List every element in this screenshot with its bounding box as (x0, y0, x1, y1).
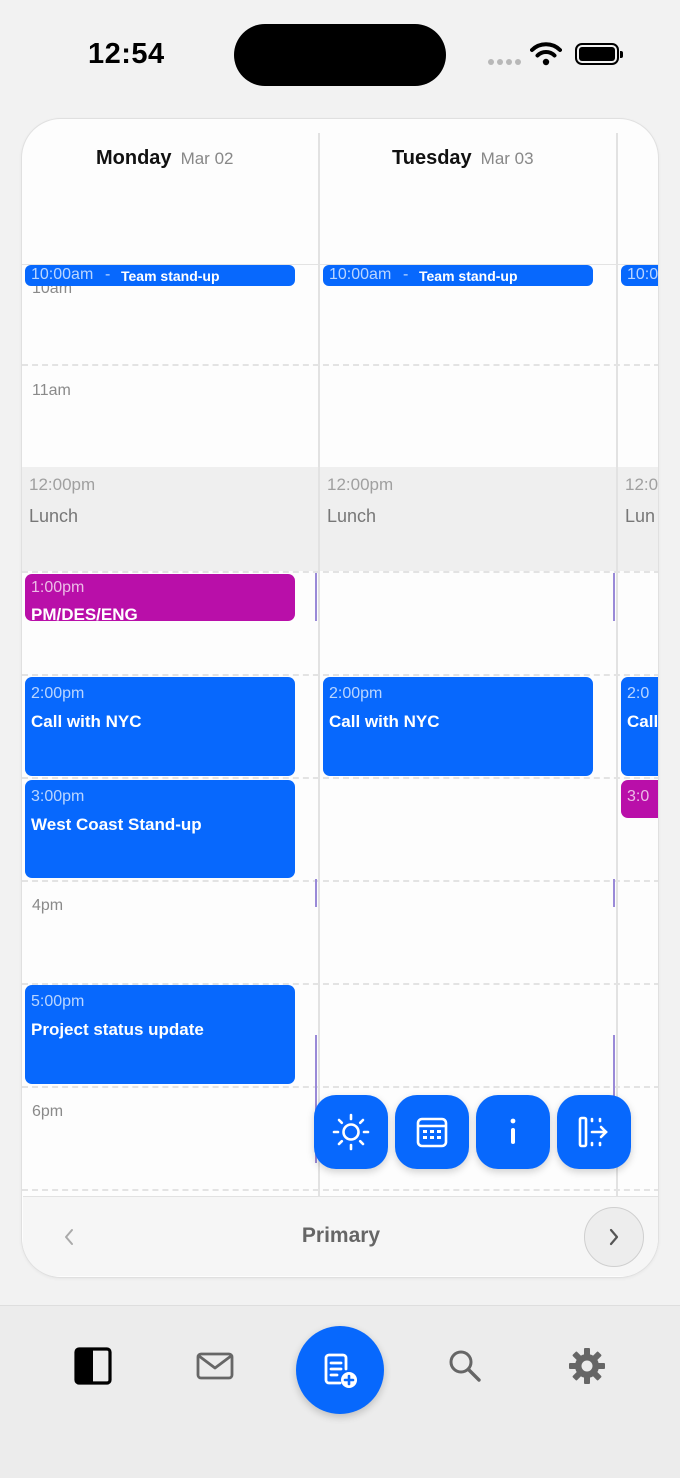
event-title: Call (627, 712, 659, 731)
event-time: 2:00pm (329, 685, 383, 702)
event-time: 5:00pm (31, 993, 85, 1010)
calendar-icon (416, 1117, 448, 1148)
compose-icon (324, 1353, 357, 1388)
event-time: 2:00pm (31, 685, 85, 702)
event-title: Team stand-up (419, 268, 518, 284)
lunch-title: Lun (625, 506, 656, 526)
status-bar: 12:54 (0, 0, 680, 110)
event-title: Team stand-up (121, 268, 220, 284)
lunch-time: 12:00pm (29, 475, 96, 494)
lunch-block[interactable]: 12:00pm Lunch (22, 467, 318, 571)
tab-mail[interactable] (190, 1344, 240, 1388)
hour-label-11am: 11am (32, 382, 71, 399)
time-marker (315, 879, 317, 907)
lunch-time: 12:00pm (327, 475, 394, 494)
event-time: 10:00am (329, 266, 392, 283)
exit-panel-button[interactable] (557, 1095, 631, 1169)
column-divider (318, 133, 320, 1197)
event-separator: - (403, 266, 409, 283)
hour-line (22, 1086, 658, 1088)
event-partial[interactable]: 3:0 (621, 780, 658, 818)
hour-label-6pm: 6pm (32, 1103, 64, 1120)
event-time: 1:00pm (31, 579, 85, 596)
next-page-button[interactable] (584, 1207, 644, 1267)
event-time: 2:0 (627, 685, 650, 702)
sun-icon (332, 1113, 370, 1151)
event-separator: - (105, 266, 111, 283)
cellular-signal-icon (488, 59, 521, 65)
calendar-pager: Primary (23, 1196, 658, 1276)
event-team-standup[interactable]: 10:00am - Team stand-up (323, 265, 593, 286)
chevron-right-icon (609, 1228, 619, 1246)
event-time: 3:00pm (31, 788, 85, 805)
event-title: Call with NYC (31, 712, 142, 731)
event-call-with-nyc[interactable]: 2:0 Call (621, 677, 659, 776)
event-call-with-nyc[interactable]: 2:00pm Call with NYC (323, 677, 593, 776)
calendar-card: Monday Mar 02 Tuesday Mar 03 10am 11am 4… (21, 118, 659, 1278)
hour-label-4pm: 4pm (32, 897, 64, 914)
battery-icon (575, 43, 623, 65)
tab-settings[interactable] (562, 1344, 612, 1388)
day-name: Monday (96, 147, 172, 169)
tab-search[interactable] (440, 1344, 490, 1388)
event-project-status-update[interactable]: 5:00pm Project status update (25, 985, 295, 1084)
sun-button[interactable] (314, 1095, 388, 1169)
settings-icon (569, 1348, 605, 1384)
calendar-name-label: Primary (301, 1224, 381, 1247)
event-title: West Coast Stand-up (31, 815, 202, 834)
event-team-standup[interactable]: 10:0 (621, 265, 659, 286)
wifi-icon (530, 42, 562, 66)
lunch-title: Lunch (29, 506, 79, 526)
sidebar-panel-icon (74, 1347, 112, 1385)
lunch-title: Lunch (327, 506, 377, 526)
hour-line (22, 674, 658, 676)
status-time: 12:54 (88, 38, 165, 70)
dynamic-island (234, 24, 446, 86)
time-marker (613, 1035, 615, 1097)
time-marker (613, 879, 615, 907)
event-title: Call with NYC (329, 712, 440, 731)
hour-line (22, 571, 658, 573)
hour-line (22, 880, 658, 882)
time-marker (315, 573, 317, 621)
day-name: Tuesday (392, 147, 472, 169)
event-time: 3:0 (627, 788, 650, 805)
hour-line (22, 364, 658, 366)
time-marker (613, 573, 615, 621)
lunch-block[interactable]: 12:0 Lun (618, 467, 659, 571)
calendar-button[interactable] (395, 1095, 469, 1169)
lunch-time: 12:0 (625, 475, 659, 494)
day-header-tuesday[interactable]: Tuesday Mar 03 (392, 147, 534, 177)
event-call-with-nyc[interactable]: 2:00pm Call with NYC (25, 677, 295, 776)
event-team-standup[interactable]: 10:00am - Team stand-up (25, 265, 295, 286)
event-pm-des-eng[interactable]: 1:00pm PM/DES/ENG (25, 574, 295, 621)
exit-panel-icon (578, 1116, 608, 1148)
event-time: 10:0 (627, 266, 659, 283)
day-date: Mar 03 (480, 149, 534, 168)
day-date: Mar 02 (180, 149, 234, 168)
compose-button[interactable] (296, 1326, 384, 1414)
event-title: Project status update (31, 1020, 204, 1039)
tab-sidebar[interactable] (68, 1344, 118, 1388)
search-icon (449, 1350, 481, 1382)
hour-line (22, 777, 658, 779)
column-divider (616, 133, 618, 1197)
bottom-tab-bar (0, 1305, 680, 1478)
more-vertical-icon (510, 1118, 516, 1144)
event-west-coast-standup[interactable]: 3:00pm West Coast Stand-up (25, 780, 295, 878)
mail-icon (196, 1352, 234, 1380)
hour-line (22, 1189, 658, 1191)
event-title: PM/DES/ENG (31, 605, 138, 621)
event-time: 10:00am (31, 266, 94, 283)
lunch-block[interactable]: 12:00pm Lunch (320, 467, 616, 571)
more-button[interactable] (476, 1095, 550, 1169)
day-header-monday[interactable]: Monday Mar 02 (96, 147, 233, 177)
